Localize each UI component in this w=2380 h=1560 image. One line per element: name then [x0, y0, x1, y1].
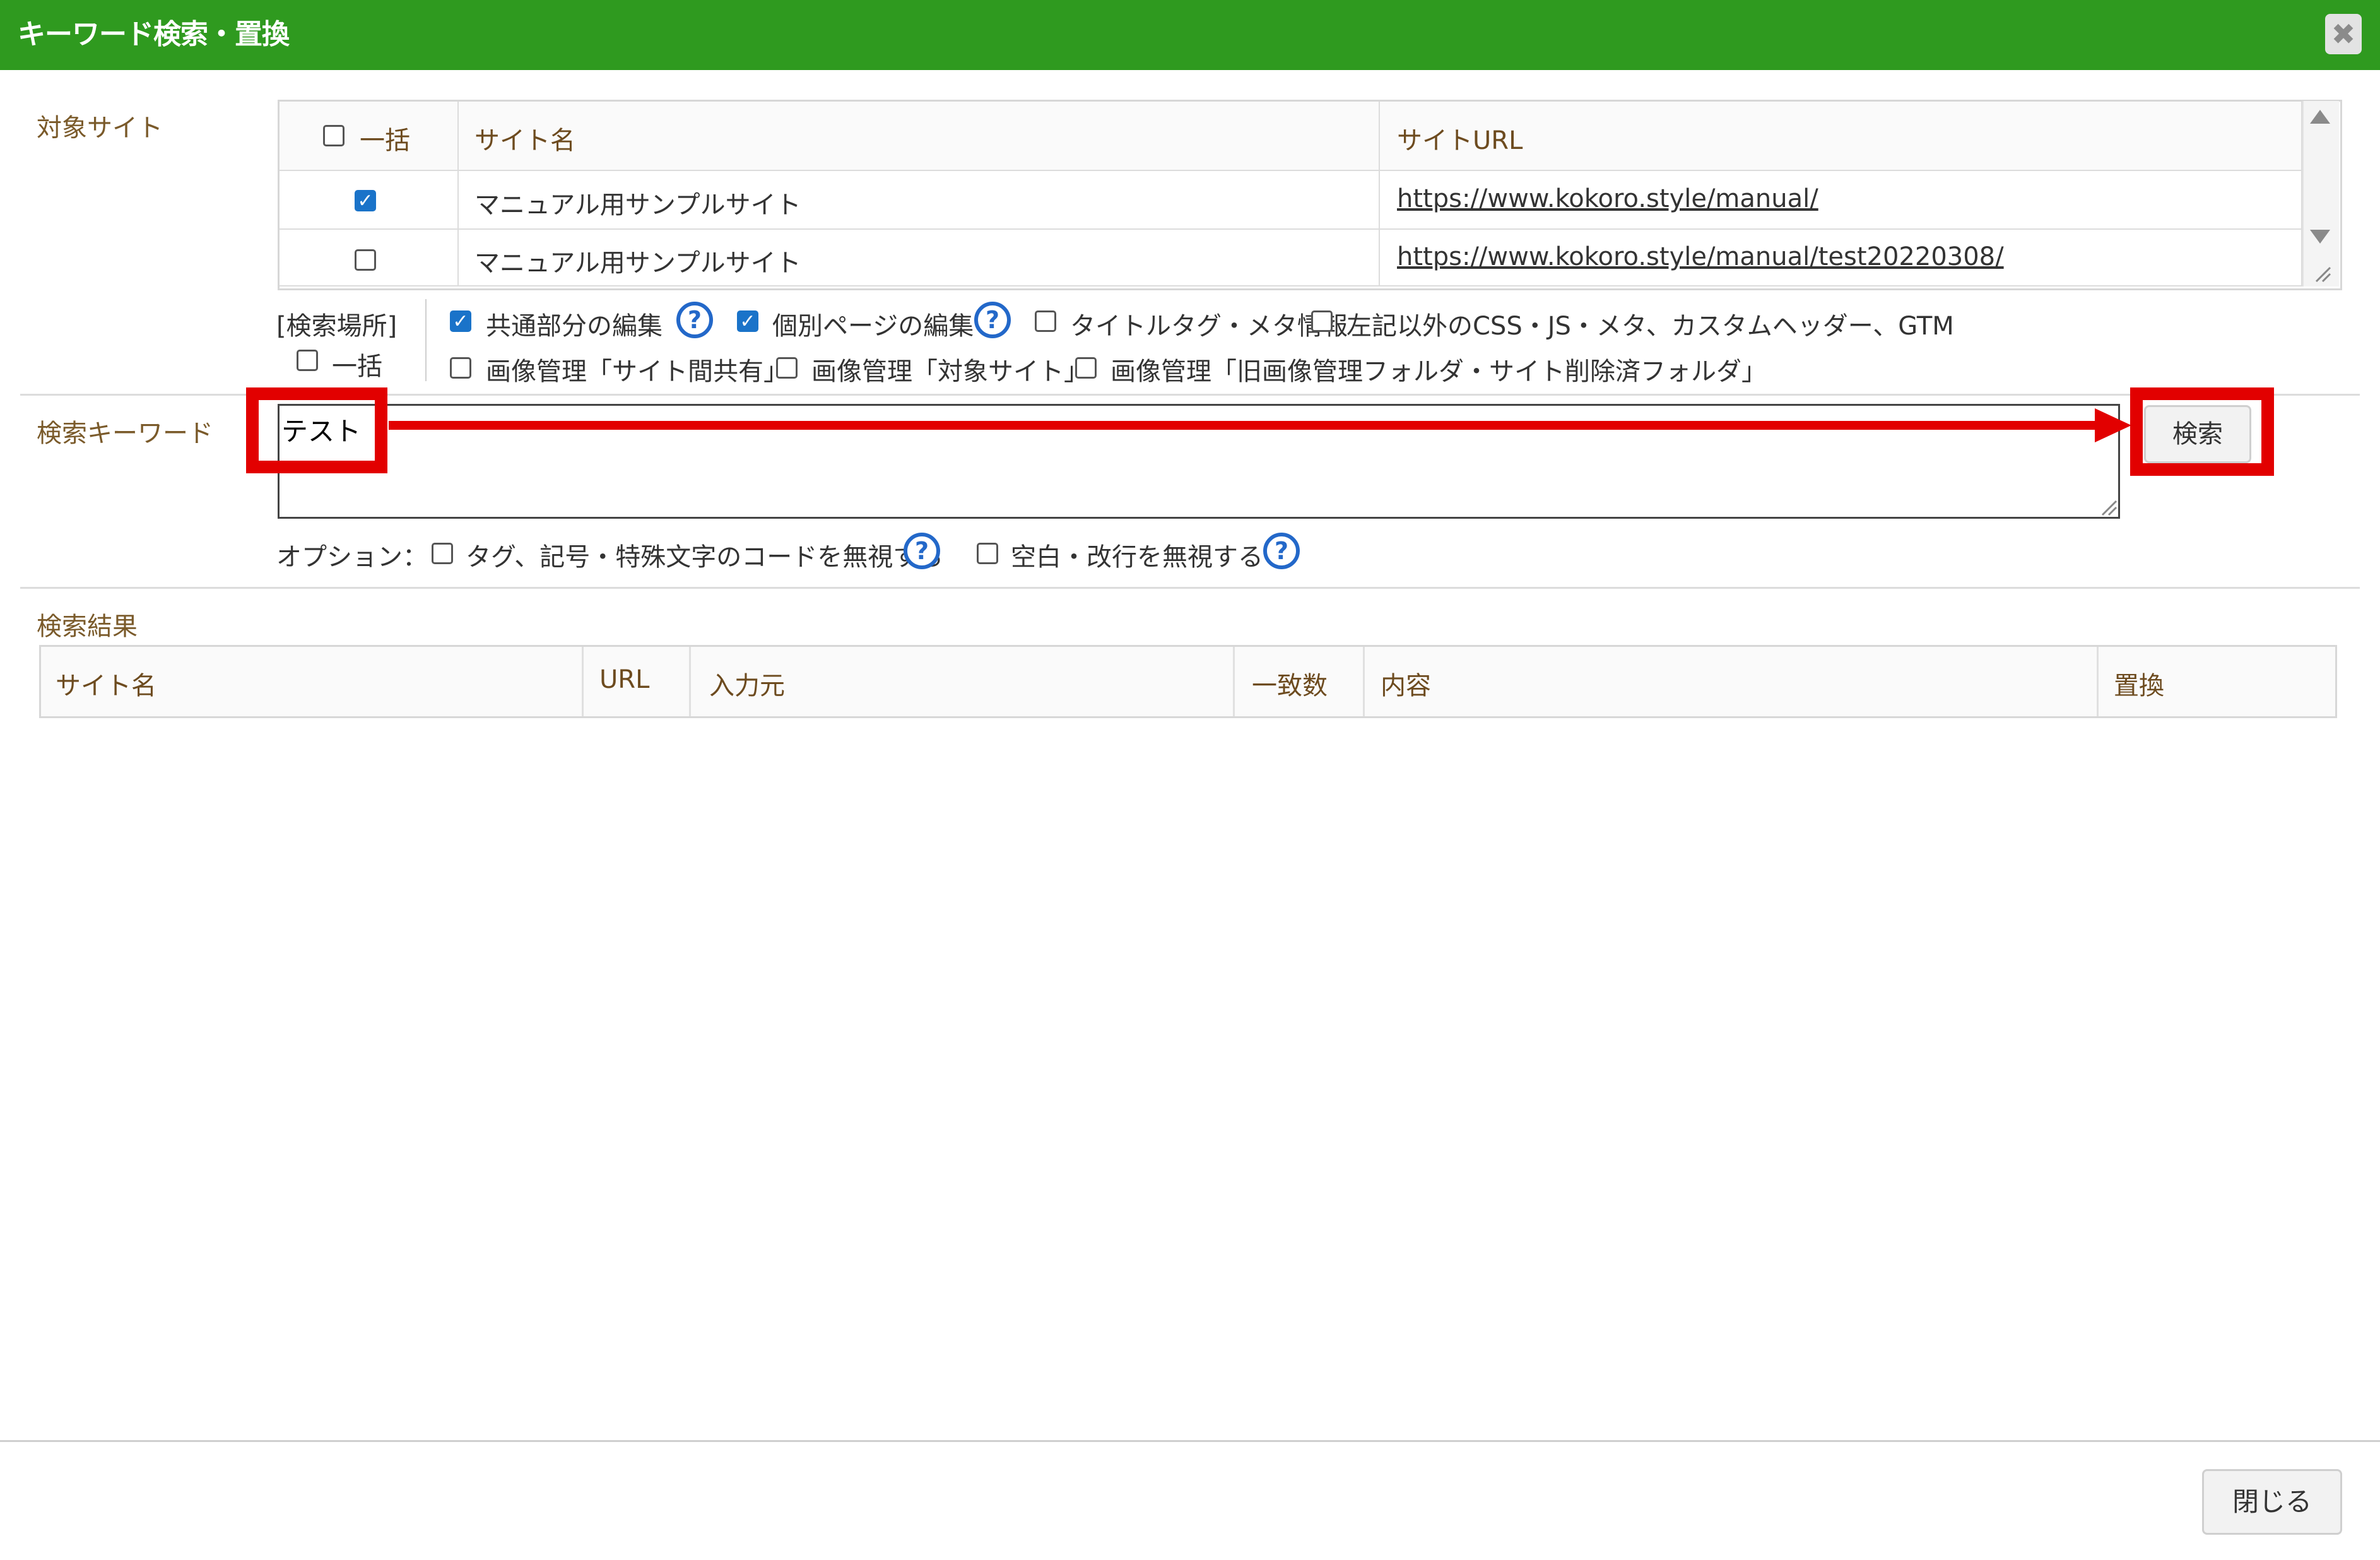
- search-location-label: [検索場所]: [276, 312, 398, 341]
- help-icon[interactable]: ?: [1263, 533, 1300, 569]
- footer-divider: [0, 1440, 2380, 1442]
- scroll-up-icon[interactable]: [2310, 110, 2330, 124]
- highlight-box-keyword: [246, 387, 387, 473]
- option-image-old-label: 画像管理「旧画像管理フォルダ・サイト削除済フォルダ」: [1110, 357, 1767, 386]
- site-row-1-url-link[interactable]: https://www.kokoro.style/manual/: [1397, 184, 1818, 213]
- site-url-header: サイトURL: [1397, 126, 1523, 155]
- option-common-parts-checkbox[interactable]: ✓: [450, 310, 471, 332]
- highlight-arrow-line: [389, 421, 2102, 430]
- option-image-shared-checkbox[interactable]: [450, 357, 471, 379]
- results-header-site-name: サイト名: [56, 671, 156, 700]
- options-label: オプション：: [276, 543, 428, 572]
- option-individual-pages-checkbox[interactable]: ✓: [737, 310, 758, 332]
- site-table-header-name: [459, 102, 1380, 171]
- help-icon[interactable]: ?: [676, 302, 713, 338]
- results-label: 検索結果: [37, 612, 138, 641]
- site-row-1-checkbox[interactable]: ✓: [355, 190, 376, 211]
- option-ignore-codes-checkbox[interactable]: [432, 543, 453, 564]
- keyword-label: 検索キーワード: [37, 419, 213, 448]
- divider: [425, 299, 427, 381]
- option-ignore-codes-label: タグ、記号・特殊文字のコードを無視する: [466, 543, 944, 572]
- close-icon[interactable]: ✖: [2325, 14, 2362, 54]
- site-row-2-name: マニュアル用サンプルサイト: [474, 249, 801, 278]
- option-ignore-whitespace-label: 空白・改行を無視する: [1011, 543, 1263, 572]
- site-row-1-name: マニュアル用サンプルサイト: [474, 191, 801, 220]
- option-image-target-label: 画像管理「対象サイト」: [811, 357, 1089, 386]
- target-site-label: 対象サイト: [37, 114, 163, 143]
- resize-grip-icon[interactable]: [2099, 497, 2118, 516]
- site-row-2-url-link[interactable]: https://www.kokoro.style/manual/test2022…: [1397, 242, 2004, 271]
- results-header-url: URL: [599, 665, 650, 694]
- resize-grip-icon[interactable]: [2312, 264, 2331, 283]
- site-row-2-checkbox[interactable]: [355, 249, 376, 271]
- option-image-old-checkbox[interactable]: [1075, 357, 1097, 379]
- help-icon[interactable]: ?: [904, 533, 940, 569]
- option-other-css-js-label: 左記以外のCSS・JS・メタ、カスタムヘッダー、GTM: [1346, 312, 1954, 341]
- search-location-bulk-checkbox[interactable]: [297, 350, 318, 371]
- results-header-replace: 置換: [2114, 671, 2164, 700]
- option-common-parts-label: 共通部分の編集: [486, 312, 663, 341]
- highlight-box-search-button: [2130, 387, 2274, 476]
- results-header-content: 内容: [1381, 671, 1431, 700]
- site-bulk-label: 一括: [360, 126, 410, 155]
- dialog-title: キーワード検索・置換: [18, 18, 290, 50]
- site-bulk-checkbox[interactable]: [323, 125, 345, 146]
- results-col-content: [1365, 647, 2099, 716]
- site-name-header: サイト名: [474, 126, 575, 155]
- scroll-down-icon[interactable]: [2310, 230, 2330, 244]
- option-title-meta-label: タイトルタグ・メタ情報: [1070, 312, 1348, 341]
- option-other-css-js-checkbox[interactable]: [1311, 310, 1333, 332]
- help-icon[interactable]: ?: [974, 302, 1011, 338]
- site-table-scrollbar[interactable]: [2302, 101, 2339, 287]
- option-title-meta-checkbox[interactable]: [1035, 310, 1056, 332]
- divider: [20, 587, 2360, 589]
- option-individual-pages-label: 個別ページの編集: [772, 312, 974, 341]
- search-location-bulk-label: 一括: [332, 352, 382, 381]
- results-header-source: 入力元: [709, 671, 785, 700]
- option-ignore-whitespace-checkbox[interactable]: [977, 543, 998, 564]
- option-image-shared-label: 画像管理「サイト間共有」: [486, 357, 789, 386]
- arrow-right-icon: [2095, 408, 2131, 442]
- results-header-count: 一致数: [1252, 671, 1328, 700]
- close-button[interactable]: 閉じる: [2202, 1469, 2342, 1535]
- option-image-target-checkbox[interactable]: [776, 357, 798, 379]
- dialog-titlebar: [0, 0, 2380, 70]
